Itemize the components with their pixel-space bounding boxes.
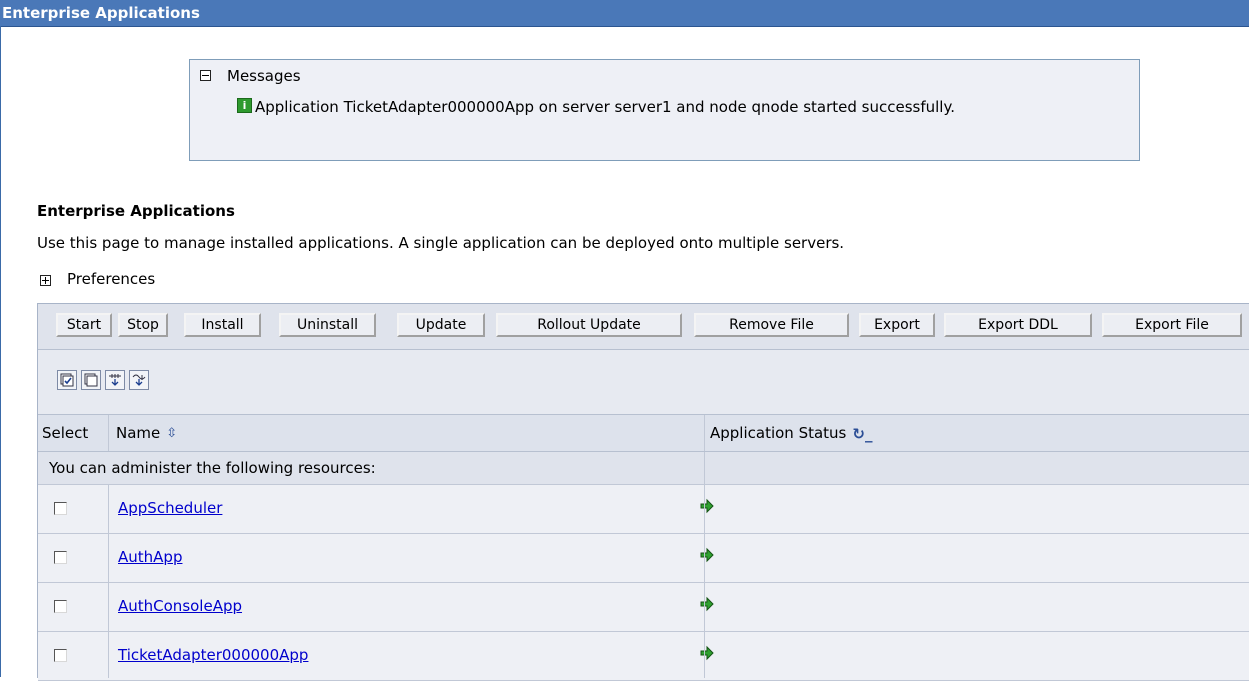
status-column-header-wrap: Application Status ↻_ — [710, 424, 872, 443]
export-file-button[interactable]: Export File — [1102, 313, 1242, 337]
application-link[interactable]: AppScheduler — [118, 499, 222, 517]
remove-file-button[interactable]: Remove File — [694, 313, 849, 337]
resource-group-row: You can administer the following resourc… — [38, 452, 1249, 485]
expand-preferences-icon[interactable] — [40, 275, 51, 286]
started-arrow-icon — [700, 498, 714, 514]
selection-toolbar — [38, 350, 1249, 415]
group-label: You can administer the following resourc… — [49, 459, 376, 477]
table-header: Select Name ⇳ Application Status ↻_ — [38, 415, 1249, 452]
install-button[interactable]: Install — [184, 313, 261, 337]
start-button[interactable]: Start — [56, 313, 112, 337]
preferences-link[interactable]: Preferences — [67, 270, 155, 288]
table-row: TicketAdapter000000App — [38, 632, 1249, 681]
started-arrow-icon — [700, 596, 714, 612]
application-link[interactable]: TicketAdapter000000App — [118, 646, 308, 664]
table-row: AppScheduler — [38, 485, 1249, 534]
page-title: Enterprise Applications — [2, 4, 200, 22]
button-toolbar: Start Stop Install Uninstall Update Roll… — [38, 304, 1249, 350]
name-column-header[interactable]: Name — [116, 424, 160, 442]
messages-title: Messages — [227, 67, 301, 85]
show-filter-icon[interactable] — [105, 370, 125, 390]
column-divider — [704, 452, 705, 678]
clear-filter-icon[interactable] — [129, 370, 149, 390]
status-column-header: Application Status — [710, 424, 847, 442]
started-arrow-icon — [700, 645, 714, 661]
column-divider — [108, 485, 109, 678]
started-arrow-icon — [700, 547, 714, 563]
messages-panel: Messages i Application TicketAdapter0000… — [189, 59, 1140, 161]
table-row: AuthConsoleApp — [38, 583, 1249, 632]
update-button[interactable]: Update — [397, 313, 485, 337]
application-link[interactable]: AuthConsoleApp — [118, 597, 242, 615]
uninstall-button[interactable]: Uninstall — [279, 313, 376, 337]
column-divider — [704, 415, 705, 451]
row-checkbox[interactable] — [54, 502, 67, 515]
refresh-icon[interactable]: ↻_ — [852, 425, 872, 443]
message-text: Application TicketAdapter000000App on se… — [255, 98, 955, 116]
deselect-all-icon[interactable] — [81, 370, 101, 390]
sort-icon[interactable]: ⇳ — [166, 426, 177, 441]
row-checkbox[interactable] — [54, 600, 67, 613]
export-ddl-button[interactable]: Export DDL — [944, 313, 1092, 337]
page-title-bar: Enterprise Applications — [0, 0, 1249, 27]
application-link[interactable]: AuthApp — [118, 548, 182, 566]
section-heading: Enterprise Applications — [37, 202, 235, 220]
table-row: AuthApp — [38, 534, 1249, 583]
row-checkbox[interactable] — [54, 649, 67, 662]
select-all-icon[interactable] — [57, 370, 77, 390]
collapse-messages-icon[interactable] — [200, 70, 211, 81]
select-column-header: Select — [42, 424, 89, 442]
applications-collection: Start Stop Install Uninstall Update Roll… — [37, 303, 1249, 681]
export-button[interactable]: Export — [859, 313, 935, 337]
rollout-update-button[interactable]: Rollout Update — [496, 313, 682, 337]
row-checkbox[interactable] — [54, 551, 67, 564]
column-divider — [108, 415, 109, 451]
left-border — [0, 26, 1, 677]
name-column-header-wrap: Name ⇳ — [116, 424, 177, 442]
page-description: Use this page to manage installed applic… — [37, 234, 845, 252]
stop-button[interactable]: Stop — [118, 313, 168, 337]
